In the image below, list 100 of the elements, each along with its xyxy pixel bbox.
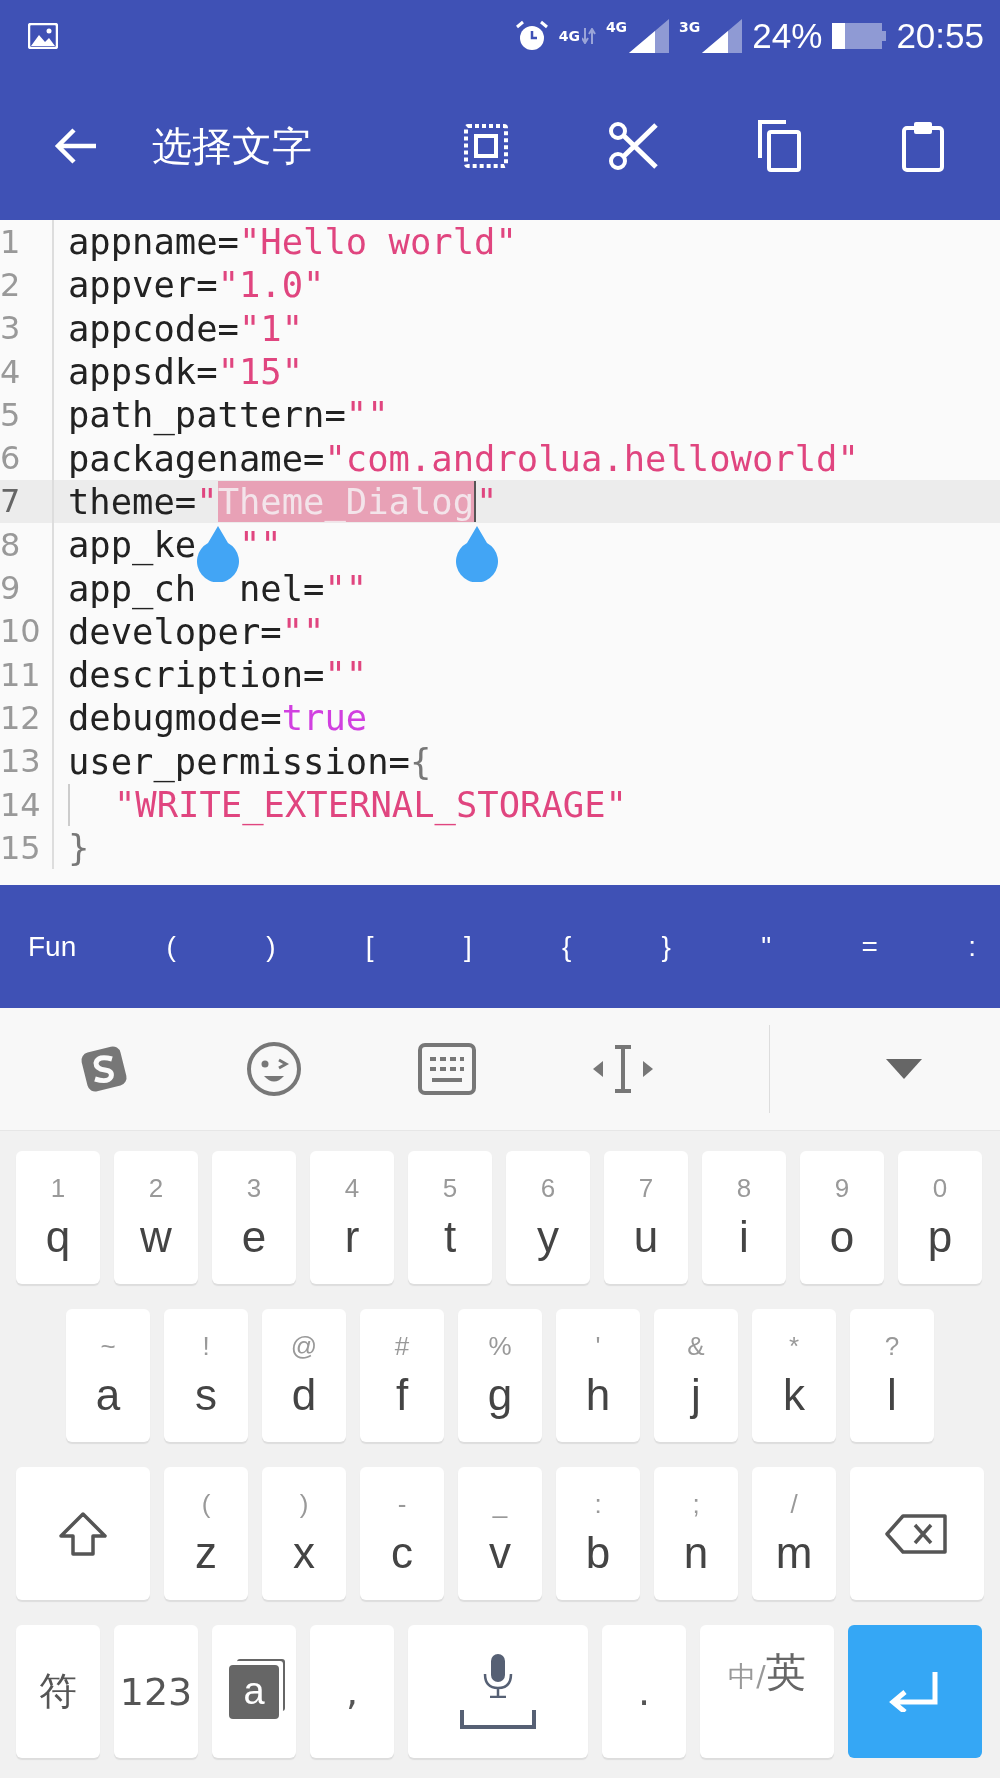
key-label: o	[829, 1212, 855, 1262]
letter-key[interactable]: & j	[654, 1309, 738, 1442]
brace: }	[68, 827, 90, 869]
key-label: n	[683, 1528, 709, 1578]
book-letter: a	[243, 1670, 265, 1713]
letter-key[interactable]: 0 p	[898, 1151, 982, 1284]
key-label: e	[241, 1212, 267, 1262]
letter-key[interactable]: % g	[458, 1309, 542, 1442]
string-literal: ""	[281, 610, 325, 652]
space-bar-icon	[460, 1709, 536, 1730]
letter-key[interactable]: : b	[556, 1467, 640, 1600]
symbol-key[interactable]: {	[549, 920, 584, 973]
key-label: u	[633, 1212, 659, 1262]
letter-key[interactable]: 4 r	[310, 1151, 394, 1284]
key-hint: *	[788, 1331, 800, 1362]
symbol-key[interactable]: Fun	[16, 920, 89, 973]
alarm-icon	[514, 20, 549, 52]
cursor-move-icon[interactable]	[592, 1044, 653, 1094]
symbol-key[interactable]: )	[254, 920, 288, 973]
letter-key[interactable]: ? l	[850, 1309, 934, 1442]
letter-key[interactable]: 8 i	[702, 1151, 786, 1284]
symbol-key[interactable]: ]	[451, 920, 484, 973]
letter-key[interactable]: 1 q	[16, 1151, 100, 1284]
string-literal: "com.androlua.helloworld"	[324, 437, 859, 479]
code-text: appcode=	[68, 307, 239, 349]
string-literal: "	[476, 480, 498, 522]
line-number: 4	[0, 349, 54, 394]
emoji-icon[interactable]	[246, 1041, 303, 1097]
text-key[interactable]: 符	[16, 1625, 100, 1758]
backspace-icon	[885, 1513, 949, 1554]
line-number: 11	[0, 652, 54, 697]
letter-key[interactable]: ~ a	[66, 1309, 150, 1442]
key-hint: ;	[692, 1489, 700, 1520]
cut-icon[interactable]	[607, 121, 658, 171]
key-hint: 9	[834, 1173, 850, 1204]
symbol-key[interactable]: (	[154, 920, 188, 973]
string-literal: ""	[345, 394, 389, 436]
clipboard-icon[interactable]	[900, 120, 945, 172]
space-key[interactable]	[408, 1625, 588, 1758]
line-number: 1	[0, 220, 54, 264]
key-label: a	[95, 1370, 121, 1420]
symbol-key[interactable]: "	[749, 920, 784, 973]
letter-key[interactable]: 3 e	[212, 1151, 296, 1284]
symbol-key[interactable]: =	[849, 920, 890, 973]
network-type: 4G	[605, 19, 628, 35]
line-number: 15	[0, 826, 54, 870]
symbol-key[interactable]: :	[956, 920, 988, 973]
language-key[interactable]: 中/英	[700, 1625, 834, 1758]
keyboard-icon[interactable]	[418, 1043, 477, 1095]
line-number: 13	[0, 739, 54, 783]
letter-key[interactable]: ; n	[654, 1467, 738, 1600]
key-label: l	[887, 1370, 897, 1420]
letter-key[interactable]: 9 o	[800, 1151, 884, 1284]
code-text: path_pattern=	[68, 394, 346, 436]
key-label: w	[140, 1212, 172, 1262]
letter-key[interactable]: 7 u	[604, 1151, 688, 1284]
collapse-triangle-icon[interactable]	[885, 1059, 922, 1079]
selection-handle[interactable]	[456, 525, 499, 582]
clock: 20:55	[896, 16, 984, 56]
letter-key[interactable]: 6 y	[506, 1151, 590, 1284]
indent-guide	[68, 783, 70, 826]
letter-key[interactable]: _ v	[458, 1467, 542, 1600]
letter-key[interactable]: * k	[752, 1309, 836, 1442]
text-key[interactable]: 123	[114, 1625, 198, 1758]
key-hint: 4	[344, 1173, 360, 1204]
key-hint: -	[397, 1489, 407, 1520]
letter-key[interactable]: ! s	[164, 1309, 248, 1442]
dictionary-key[interactable]: a	[212, 1625, 296, 1758]
letter-key[interactable]: 2 w	[114, 1151, 198, 1284]
key-hint: 5	[442, 1173, 458, 1204]
text-key[interactable]: ,	[310, 1625, 394, 1758]
letter-key[interactable]: @ d	[262, 1309, 346, 1442]
code-editor[interactable]	[0, 220, 1000, 885]
backspace-key[interactable]	[850, 1467, 984, 1600]
letter-key[interactable]: - c	[360, 1467, 444, 1600]
symbol-key[interactable]: }	[649, 920, 683, 973]
key-label: i	[739, 1212, 749, 1262]
letter-key[interactable]: / m	[752, 1467, 836, 1600]
code-text: debugmode=	[68, 697, 282, 739]
code-text: app_ke	[68, 524, 197, 566]
key-hint: _	[492, 1489, 508, 1520]
selected-text: Theme_Dialog	[217, 480, 477, 522]
selection-handle[interactable]	[196, 525, 239, 582]
copy-icon[interactable]	[756, 120, 803, 172]
letter-key[interactable]: # f	[360, 1309, 444, 1442]
letter-key[interactable]: ) x	[262, 1467, 346, 1600]
shift-key[interactable]	[16, 1467, 150, 1600]
string-literal: "1.0"	[217, 264, 325, 306]
letter-key[interactable]: ' h	[556, 1309, 640, 1442]
key-label: y	[537, 1212, 559, 1262]
code-text: nel=	[239, 567, 325, 609]
enter-key[interactable]	[848, 1625, 982, 1758]
symbol-key[interactable]: [	[353, 920, 386, 973]
letter-key[interactable]: 5 t	[408, 1151, 492, 1284]
letter-key[interactable]: ( z	[164, 1467, 248, 1600]
select-all-icon[interactable]	[463, 123, 510, 169]
line-number: 12	[0, 696, 54, 740]
key-hint: )	[299, 1489, 309, 1520]
text-key[interactable]: .	[602, 1625, 686, 1758]
line-number: 14	[0, 782, 54, 827]
